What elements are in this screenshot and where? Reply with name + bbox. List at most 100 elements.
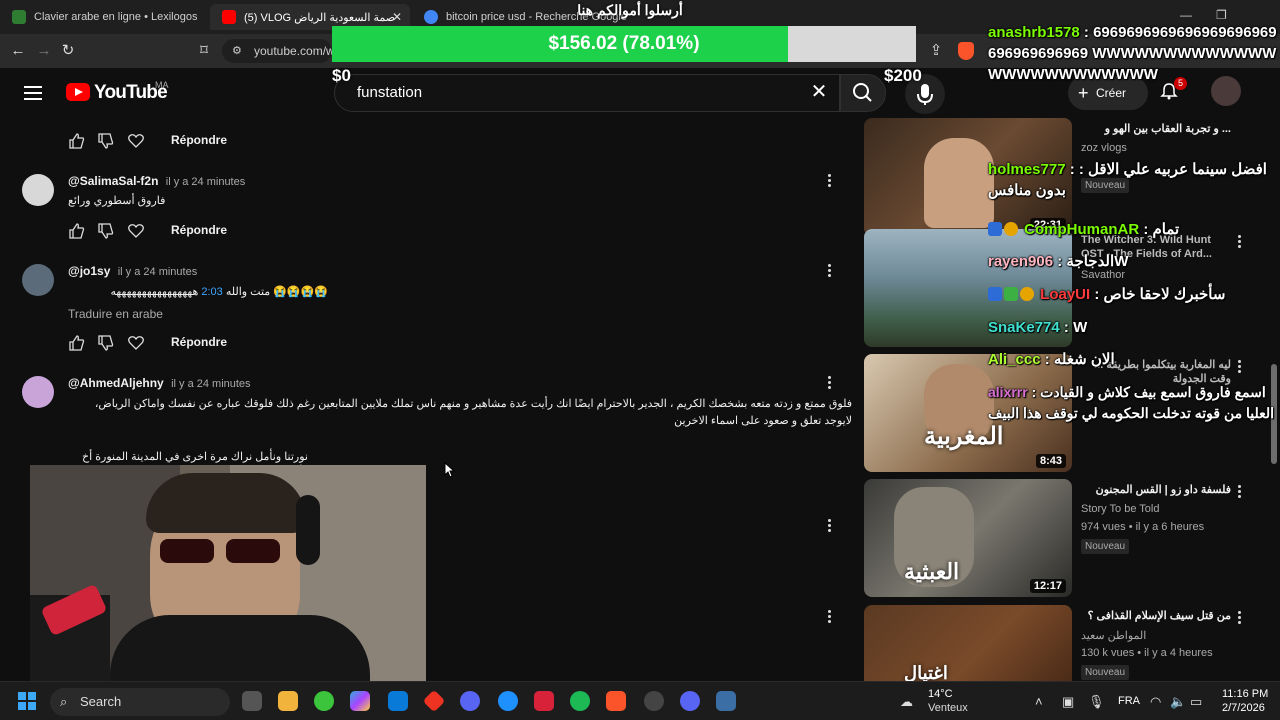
video-thumbnail[interactable]: العبثية 12:17 bbox=[864, 479, 1072, 597]
calculator-icon[interactable] bbox=[716, 691, 736, 711]
microsoft-store-icon[interactable] bbox=[388, 691, 408, 711]
chat-username: holmes777 bbox=[988, 161, 1066, 178]
file-explorer-icon[interactable] bbox=[278, 691, 298, 711]
comment-actions: Répondre bbox=[68, 132, 268, 152]
dislike-icon[interactable] bbox=[97, 132, 115, 150]
comment-time[interactable]: il y a 24 minutes bbox=[118, 266, 197, 278]
xbox-app-icon[interactable] bbox=[314, 691, 334, 711]
brave-browser-icon[interactable] bbox=[606, 691, 626, 711]
comment-author-name[interactable]: @SalimaSal-f2n bbox=[68, 174, 158, 188]
comment-item: @SalimaSal-f2n il y a 24 minutes فاروق أ… bbox=[22, 174, 852, 254]
reload-icon[interactable]: ↻ bbox=[58, 41, 78, 61]
reply-button[interactable]: Répondre bbox=[171, 133, 227, 147]
clear-search-icon[interactable]: ✕ bbox=[808, 80, 830, 104]
comment-author[interactable]: @jo1sy il y a 24 minutes bbox=[68, 264, 197, 278]
related-video[interactable]: اغتيال من قتل سيف الإسلام القذافى ؟ المو… bbox=[864, 605, 1274, 681]
taskbar-search[interactable]: ⌕ Search bbox=[50, 688, 230, 716]
video-thumbnail[interactable]: اغتيال bbox=[864, 605, 1072, 681]
chat-username: Ali_ccc bbox=[988, 351, 1041, 368]
edge-icon[interactable] bbox=[498, 691, 518, 711]
heart-icon[interactable] bbox=[127, 334, 145, 352]
comment-menu-icon[interactable] bbox=[828, 610, 832, 624]
site-info-icon[interactable]: ⚙ bbox=[232, 39, 242, 63]
reply-button[interactable]: Répondre bbox=[171, 335, 227, 349]
chat-text: W bbox=[1073, 319, 1088, 336]
weather-temperature[interactable]: 14°C bbox=[928, 688, 953, 700]
comment-text: فلوق ممتع و زدته متعه بشخصك الكريم ، الج… bbox=[94, 398, 852, 427]
search-button[interactable] bbox=[840, 74, 886, 112]
youtube-logo-icon[interactable] bbox=[66, 83, 90, 101]
video-title[interactable]: من قتل سيف الإسلام القذافى ؟ bbox=[1081, 609, 1231, 623]
comment-menu-icon[interactable] bbox=[828, 174, 832, 188]
menu-icon[interactable] bbox=[24, 86, 42, 100]
translate-link[interactable]: Traduire en arabe bbox=[68, 307, 163, 321]
clock-time[interactable]: 11:16 PM bbox=[1222, 688, 1268, 700]
discord-icon[interactable] bbox=[680, 691, 700, 711]
timestamp-link[interactable]: 2:03 bbox=[201, 286, 222, 298]
like-icon[interactable] bbox=[68, 222, 86, 240]
chat-username: alixrrr bbox=[988, 384, 1028, 400]
comment-author[interactable]: @AhmedAljehny il y a 24 minutes bbox=[68, 376, 251, 390]
tray-app-icon[interactable]: ▣ bbox=[1062, 694, 1074, 710]
heart-icon[interactable] bbox=[127, 222, 145, 240]
dislike-icon[interactable] bbox=[97, 334, 115, 352]
show-hidden-icons-icon[interactable]: ˄ bbox=[1035, 694, 1043, 709]
heart-icon[interactable] bbox=[127, 132, 145, 150]
video-title[interactable]: فلسفة داو زو | القس المجنون bbox=[1081, 483, 1231, 497]
comment-menu-icon[interactable] bbox=[828, 264, 832, 278]
search-box[interactable] bbox=[334, 74, 840, 112]
spotify-icon[interactable] bbox=[570, 691, 590, 711]
region-code: MA bbox=[155, 80, 169, 90]
related-video[interactable]: العبثية 12:17 فلسفة داو زو | القس المجنو… bbox=[864, 479, 1274, 597]
clock-date[interactable]: 2/7/2026 bbox=[1222, 702, 1265, 714]
comment-time[interactable]: il y a 24 minutes bbox=[166, 176, 245, 188]
address-bar[interactable]: ⚙ youtube.com/w bbox=[222, 39, 335, 63]
avatar[interactable] bbox=[22, 376, 54, 408]
share-icon[interactable]: ⇪ bbox=[926, 41, 946, 61]
browser-tab-lexilogos[interactable]: Clavier arabe en ligne • Lexilogos bbox=[0, 4, 208, 30]
chat-username: CompHumanAR bbox=[1024, 221, 1140, 238]
office-icon[interactable] bbox=[534, 691, 554, 711]
avatar[interactable] bbox=[22, 174, 54, 206]
bookmark-icon[interactable]: ⌑ bbox=[194, 41, 214, 61]
battery-icon[interactable]: ▭ bbox=[1190, 694, 1202, 710]
close-tab-icon[interactable]: ✕ bbox=[392, 10, 402, 24]
video-channel[interactable]: Story To be Told bbox=[1081, 503, 1159, 515]
like-icon[interactable] bbox=[68, 132, 86, 150]
microphone-tray-icon[interactable]: 🎙 bbox=[1088, 694, 1105, 710]
video-menu-icon[interactable] bbox=[1238, 611, 1242, 625]
back-icon[interactable]: ← bbox=[8, 41, 28, 61]
app-icon[interactable] bbox=[422, 689, 446, 713]
windows-start-icon[interactable] bbox=[18, 692, 36, 710]
volume-icon[interactable]: 🔈 bbox=[1170, 694, 1186, 710]
task-view-icon[interactable] bbox=[242, 691, 262, 711]
comment-author[interactable]: @SalimaSal-f2n il y a 24 minutes bbox=[68, 174, 245, 188]
comment-menu-icon[interactable] bbox=[828, 519, 832, 533]
forward-icon[interactable]: → bbox=[34, 41, 54, 61]
chat-badge-icon bbox=[988, 287, 1002, 301]
obs-icon[interactable] bbox=[644, 691, 664, 711]
chat-app-icon[interactable] bbox=[460, 691, 480, 711]
tab-title: (5) VLOG عاصمة السعودية الرياض bbox=[244, 11, 394, 24]
weather-description[interactable]: Venteux bbox=[928, 702, 968, 714]
comment-actions: Répondre bbox=[68, 222, 268, 242]
sunglasses-left bbox=[160, 539, 214, 563]
search-input[interactable] bbox=[357, 84, 777, 101]
video-channel[interactable]: المواطن سعيد bbox=[1081, 629, 1146, 642]
dislike-icon[interactable] bbox=[97, 222, 115, 240]
like-icon[interactable] bbox=[68, 334, 86, 352]
comment-menu-icon[interactable] bbox=[828, 376, 832, 390]
input-language[interactable]: FRA bbox=[1118, 695, 1140, 707]
brave-shield-icon[interactable] bbox=[958, 42, 974, 60]
avatar[interactable] bbox=[22, 264, 54, 296]
video-menu-icon[interactable] bbox=[1238, 485, 1242, 499]
reply-button[interactable]: Répondre bbox=[171, 223, 227, 237]
wifi-icon[interactable]: ◠ bbox=[1150, 694, 1161, 710]
comment-author-name[interactable]: @AhmedAljehny bbox=[68, 376, 164, 390]
weather-icon[interactable]: ☁ bbox=[900, 694, 913, 710]
copilot-icon[interactable] bbox=[350, 691, 370, 711]
chat-badge-icon bbox=[1004, 222, 1018, 236]
comment-time[interactable]: il y a 24 minutes bbox=[171, 378, 250, 390]
comment-author-name[interactable]: @jo1sy bbox=[68, 264, 110, 278]
chat-message: holmes777 : افضل سينما عربيه علي الاقل :… bbox=[988, 161, 1267, 199]
